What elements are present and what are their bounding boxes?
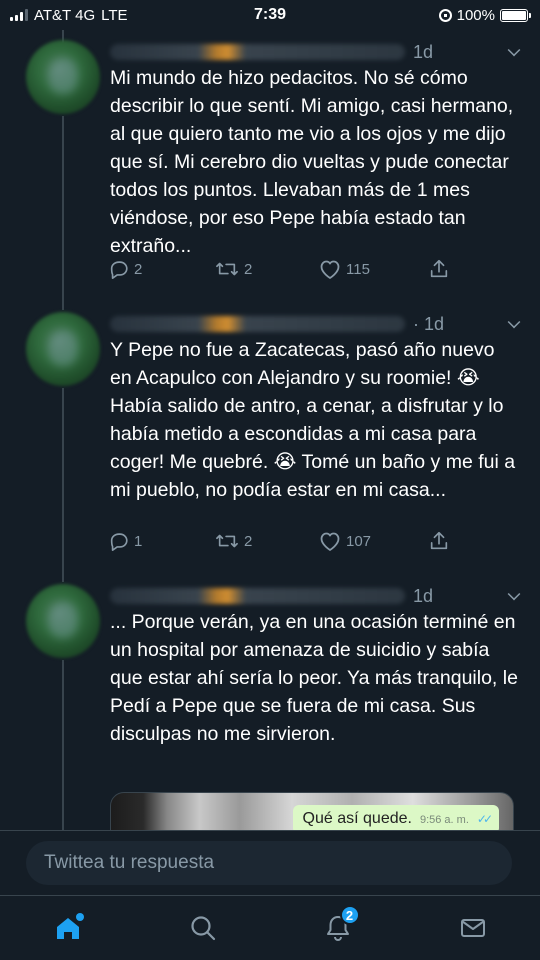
chevron-down-icon[interactable] [507,587,521,601]
bottom-nav: 2 [0,895,540,960]
tweet-header: · 1d [110,312,521,336]
share-button[interactable] [428,530,450,552]
reply-count: 2 [134,260,143,278]
chat-bubble: Qué así quede. 9:56 a. m. ✓✓ [292,805,499,830]
nav-home[interactable] [38,903,98,953]
like-count: 107 [346,532,372,550]
chat-bubble-time: 9:56 a. m. [419,814,469,826]
chevron-down-icon[interactable] [507,43,521,57]
tweet[interactable]: · 1d Y Pepe no fue a Zacatecas, pasó año… [0,308,540,578]
tweet-header: 1d [110,40,521,64]
tweet-header: 1d [110,584,521,608]
battery-percent: 100% [456,6,495,24]
tweet-media-image[interactable]: Qué así quede. 9:56 a. m. ✓✓ [110,792,514,830]
share-button[interactable] [428,258,450,280]
tweet[interactable]: 1d Mi mundo de hizo pedacitos. No sé cóm… [0,36,540,306]
battery-icon [500,8,531,22]
author-name-redacted [110,588,405,604]
tweet-text: Y Pepe no fue a Zacatecas, pasó año nuev… [110,339,516,501]
tweet-date: · 1d [413,313,445,334]
avatar[interactable] [26,312,100,386]
retweet-button[interactable]: 2 [214,530,318,552]
reply-count: 1 [134,532,143,550]
reply-bar [0,830,540,895]
retweet-count: 2 [244,532,253,550]
avatar[interactable] [26,584,100,658]
retweet-count: 2 [244,260,253,278]
retweet-icon [216,262,238,276]
author-name-redacted [110,316,405,332]
retweet-icon [216,534,238,548]
avatar[interactable] [26,40,100,114]
like-count: 115 [346,260,370,278]
tweet-date: 1d [413,585,434,606]
new-content-dot [75,913,84,921]
reply-input[interactable] [26,841,512,885]
rotation-lock-icon [438,8,452,22]
notifications-badge: 2 [339,905,360,925]
reply-icon [110,533,128,551]
search-icon [190,916,215,941]
share-icon [430,259,448,278]
thread-timeline[interactable]: 1d Mi mundo de hizo pedacitos. No sé cóm… [0,30,540,830]
nav-messages[interactable] [443,903,503,953]
tweet-date: 1d [413,41,434,62]
tweet-text: Mi mundo de hizo pedacitos. No sé cómo d… [110,67,514,257]
status-right: 100% [438,6,531,24]
reply-button[interactable]: 1 [108,530,214,552]
author-name-redacted [110,44,405,60]
tweet-actions: 2 2 115 [108,258,468,280]
tweet-actions: 1 2 107 [108,530,468,552]
signal-strength-icon [10,9,28,21]
network-label: LTE [101,6,128,24]
carrier-label: AT&T 4G [34,6,96,24]
status-left: AT&T 4G LTE [10,7,128,24]
chevron-down-icon[interactable] [507,315,521,329]
chat-bubble-text: Qué así quede. [302,810,412,827]
messages-icon [460,919,485,937]
status-bar: AT&T 4G LTE 7:39 100% [0,0,540,30]
heart-icon [320,532,340,551]
read-receipt-icon: ✓✓ [476,812,493,826]
reply-icon [110,261,128,279]
tweet-text: ... Porque verán, ya en una ocasión term… [110,611,518,745]
like-button[interactable]: 115 [318,258,428,280]
like-button[interactable]: 107 [318,530,428,552]
nav-notifications[interactable]: 2 [308,903,368,953]
nav-search[interactable] [173,903,233,953]
retweet-button[interactable]: 2 [214,258,318,280]
reply-button[interactable]: 2 [108,258,214,280]
share-icon [430,531,448,550]
heart-icon [320,260,340,279]
tweet[interactable]: 1d ... Porque verán, ya en una ocasión t… [0,580,540,830]
